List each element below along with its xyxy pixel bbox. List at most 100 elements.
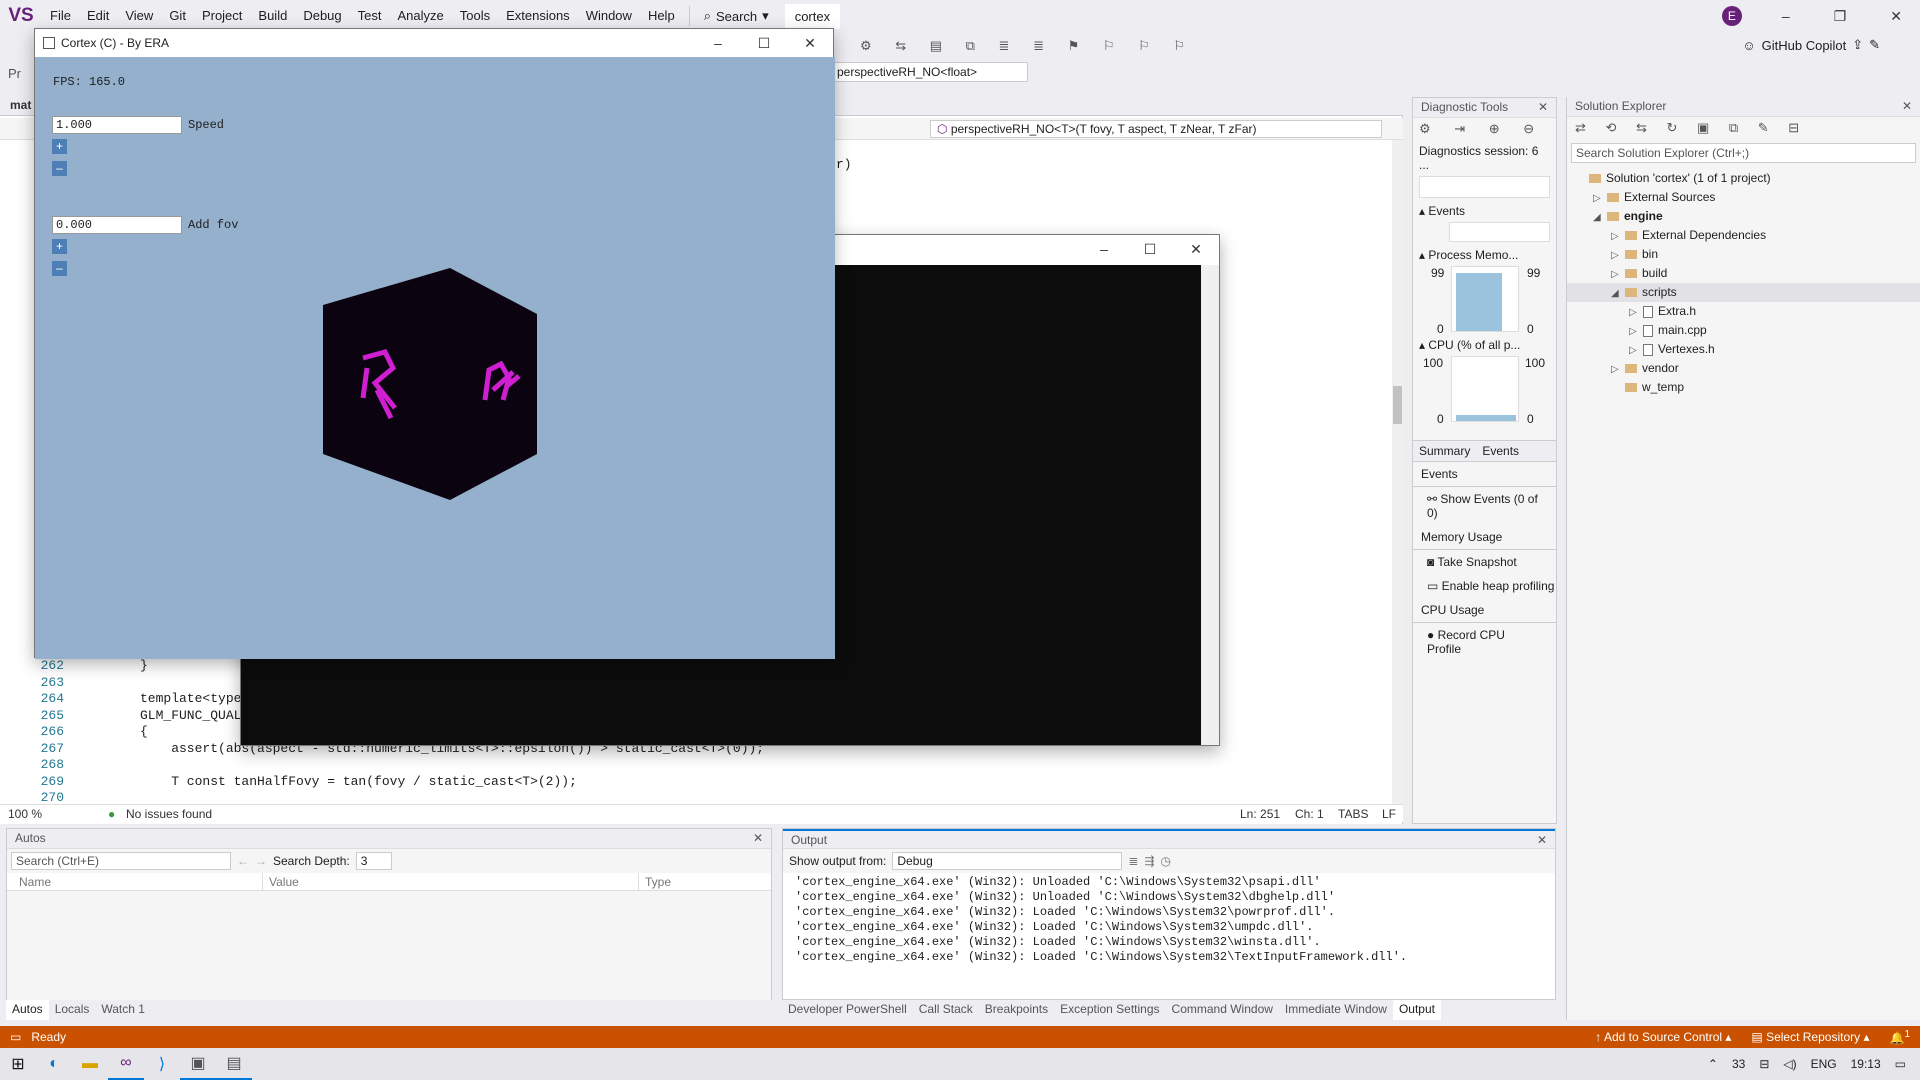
tree-item-solution-cortex-1-of-1-project[interactable]: Solution 'cortex' (1 of 1 project) [1567,169,1920,188]
output-source-select[interactable]: Debug [892,852,1123,870]
console-scrollbar[interactable] [1201,265,1219,745]
line-ending[interactable]: LF [1382,807,1396,821]
speed-decrease-button[interactable]: – [52,161,67,176]
code-line[interactable]: 269 T const tanHalfFovy = tan(fovy / sta… [0,774,1390,790]
expand-arrow-icon[interactable]: ▷ [1629,322,1643,341]
minimize-icon[interactable]: – [695,35,741,52]
expand-arrow-icon[interactable]: ▷ [1629,341,1643,360]
language-indicator[interactable]: ENG [1811,1057,1837,1071]
back-arrow-icon[interactable]: ← [237,854,249,868]
close-icon[interactable]: ✕ [787,35,833,52]
forward-arrow-icon[interactable]: → [255,854,267,868]
solution-explorer-toolbar[interactable]: ⇄ ⟲ ⇆ ↻ ▣ ⧉ ✎ ⊟ [1567,117,1920,141]
tree-item-external-sources[interactable]: ▷ External Sources [1567,188,1920,207]
member-dropdown[interactable]: ⬡ perspectiveRH_NO<T>(T fovy, T aspect, … [930,120,1382,138]
tree-item-w-temp[interactable]: w_temp [1567,378,1920,397]
close-icon[interactable]: ✕ [753,831,763,846]
col-value[interactable]: Value [263,873,639,890]
tray-overflow-icon[interactable]: ⌃ [1708,1057,1718,1071]
heap-profiling-toggle[interactable]: ▭ Enable heap profiling [1413,574,1556,598]
clock[interactable]: 19:13 [1851,1057,1881,1071]
expand-arrow-icon[interactable]: ▷ [1611,246,1625,265]
tab-call-stack[interactable]: Call Stack [913,1000,979,1020]
close-icon[interactable]: ✕ [1538,100,1548,115]
code-line[interactable]: 268 [0,757,1390,773]
editor-tab[interactable]: mat [10,98,31,112]
expand-arrow-icon[interactable]: ▷ [1611,360,1625,379]
solution-search-input[interactable]: Search Solution Explorer (Ctrl+;) [1571,143,1916,163]
tab-output[interactable]: Output [1392,1000,1441,1020]
tree-item-extra-h[interactable]: ▷ Extra.h [1567,302,1920,321]
tree-item-bin[interactable]: ▷ bin [1567,245,1920,264]
tab-summary[interactable]: Summary [1413,441,1476,461]
expand-arrow-icon[interactable]: ▷ [1611,265,1625,284]
tree-item-engine[interactable]: ◢ engine [1567,207,1920,226]
tab-breakpoints[interactable]: Breakpoints [979,1000,1054,1020]
tree-item-vendor[interactable]: ▷ vendor [1567,359,1920,378]
tree-item-external-dependencies[interactable]: ▷ External Dependencies [1567,226,1920,245]
scope-dropdown[interactable]: perspectiveRH_NO<float> [832,62,1028,82]
restore-icon[interactable]: ❐ [1834,8,1847,25]
network-icon[interactable]: ⊟ [1759,1057,1769,1071]
editor-scrollbar[interactable] [1392,140,1403,804]
maximize-icon[interactable]: ☐ [741,35,787,52]
expand-arrow-icon[interactable]: ▷ [1629,303,1643,322]
cortex-app-icon[interactable]: ▣ [180,1048,216,1080]
tree-item-scripts[interactable]: ◢ scripts [1567,283,1920,302]
indent-mode[interactable]: TABS [1338,807,1368,821]
volume-icon[interactable]: ◁) [1783,1057,1796,1071]
add-to-source-control[interactable]: ↑ Add to Source Control ▴ [1595,1030,1731,1044]
close-icon[interactable]: ✕ [1902,99,1912,114]
feedback-icon[interactable]: ✎ [1869,37,1880,53]
tab-command-window[interactable]: Command Window [1166,1000,1279,1020]
record-cpu-button[interactable]: ● Record CPU Profile [1413,623,1556,661]
issues-status[interactable]: No issues found [126,807,212,821]
console-app-icon[interactable]: ▤ [216,1048,252,1080]
minimize-icon[interactable]: – [1782,8,1790,25]
show-events-link[interactable]: ⚯ Show Events (0 of 0) [1413,487,1556,525]
fov-decrease-button[interactable]: – [52,261,67,276]
tab-locals[interactable]: Locals [49,1000,96,1020]
close-icon[interactable]: ✕ [1537,833,1547,847]
file-explorer-icon[interactable]: ▬ [72,1048,108,1080]
toolbar-icons[interactable]: ⚙ ⇆ ▤ ⧉ ≣ ≣ ⚑ ⚐ ⚐ ⚐ [860,38,1195,54]
select-repository[interactable]: ▤ Select Repository ▴ [1751,1030,1869,1044]
cortex-window[interactable]: Cortex (C) - By ERA – ☐ ✕ FPS: 165.0 1.0… [34,28,835,659]
search-depth-select[interactable]: 3 [355,852,392,870]
scroll-thumb[interactable] [1393,386,1402,424]
timeline-ruler[interactable] [1419,176,1550,198]
close-icon[interactable]: ✕ [1890,8,1902,25]
notification-center-icon[interactable]: ▭ [1895,1057,1906,1071]
render-viewport[interactable]: FPS: 165.0 1.000 Speed + – 0.000 Add fov… [35,57,835,659]
visual-studio-icon[interactable]: ∞ [108,1048,144,1080]
global-search[interactable]: ⌕ Search ▾ [696,8,777,24]
edge-icon[interactable]: ◐ [36,1048,72,1080]
windows-start-icon[interactable]: ⊞ [0,1048,36,1080]
account-avatar[interactable]: E [1721,6,1742,26]
autos-search-input[interactable]: Search (Ctrl+E) [11,852,231,870]
tree-item-vertexes-h[interactable]: ▷ Vertexes.h [1567,340,1920,359]
share-icon[interactable]: ⇪ [1852,37,1863,53]
expand-arrow-icon[interactable]: ▷ [1611,227,1625,246]
github-copilot-button[interactable]: ☺ GitHub Copilot ⇪ ✎ [1742,37,1880,53]
vscode-icon[interactable]: ⟩ [144,1048,180,1080]
expand-arrow-icon[interactable]: ▷ [1593,189,1607,208]
tree-item-main-cpp[interactable]: ▷ main.cpp [1567,321,1920,340]
col-type[interactable]: Type [639,873,677,890]
output-text[interactable]: 'cortex_engine_x64.exe' (Win32): Unloade… [783,873,1555,967]
close-icon[interactable]: ✕ [1173,241,1219,258]
diagnostics-toolbar[interactable]: ⚙ ⇥ ⊕ ⊖ [1413,118,1556,142]
col-name[interactable]: Name [7,873,263,890]
tree-item-build[interactable]: ▷ build [1567,264,1920,283]
clear-all-icon[interactable]: ≣ [1128,854,1138,868]
word-wrap-icon[interactable]: ⇶ [1144,854,1154,868]
tab-immediate-window[interactable]: Immediate Window [1279,1000,1393,1020]
tab-watch-1[interactable]: Watch 1 [95,1000,151,1020]
expand-arrow-icon[interactable]: ◢ [1593,208,1607,227]
expand-arrow-icon[interactable]: ◢ [1611,284,1625,303]
fov-increase-button[interactable]: + [52,239,67,254]
notifications-bell[interactable]: 🔔1 [1889,1029,1910,1045]
speed-increase-button[interactable]: + [52,139,67,154]
tab-autos[interactable]: Autos [6,1000,49,1020]
take-snapshot-button[interactable]: ◙ Take Snapshot [1413,550,1556,574]
